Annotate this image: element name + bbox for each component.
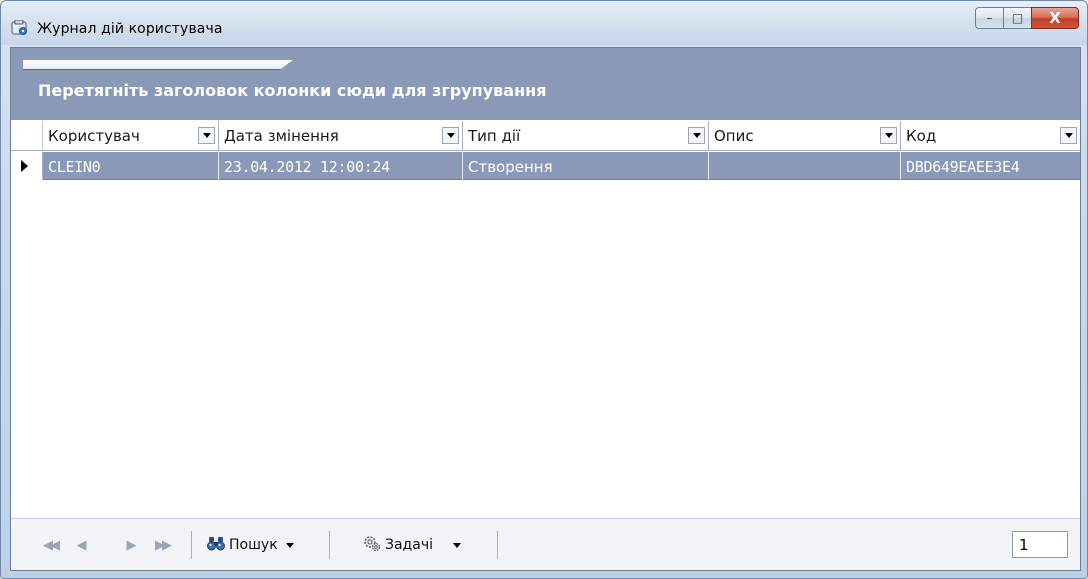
column-filter-dropdown-icon[interactable] [688, 127, 705, 144]
column-filter-dropdown-icon[interactable] [1060, 127, 1077, 144]
column-filter-dropdown-icon[interactable] [198, 127, 215, 144]
column-filter-dropdown-icon[interactable] [880, 127, 897, 144]
tasks-button[interactable]: Задачі [363, 531, 461, 559]
header-indicator-cell [11, 121, 43, 150]
grid-header: Користувач Дата змінення Тип дії Опис Ко… [11, 121, 1080, 151]
toolbar-separator [329, 531, 330, 559]
prev-record-button[interactable]: ◀ [69, 536, 91, 554]
column-header-label: Тип дії [468, 127, 521, 145]
row-indicator-icon [11, 152, 43, 180]
last-record-button[interactable]: ▶▶ [151, 536, 173, 554]
cell-code[interactable]: DBD649EAEE3E4 [901, 152, 1080, 180]
group-by-panel[interactable]: Перетягніть заголовок колонки сюди для з… [11, 48, 1080, 120]
close-icon: X [1049, 9, 1061, 27]
column-header-user[interactable]: Користувач [43, 121, 219, 151]
next-record-icon: ▶ [126, 537, 137, 553]
first-record-button[interactable]: ◀◀ [39, 536, 61, 554]
column-header-date[interactable]: Дата змінення [219, 121, 463, 151]
prev-record-icon: ◀ [76, 537, 87, 553]
journal-window-icon [11, 19, 29, 36]
tasks-button-label: Задачі [385, 537, 433, 553]
group-by-hint: Перетягніть заголовок колонки сюди для з… [38, 81, 547, 100]
column-header-label: Дата змінення [224, 127, 339, 145]
cell-description[interactable] [709, 152, 901, 180]
column-header-label: Код [906, 127, 937, 145]
column-header-action-type[interactable]: Тип дії [463, 121, 709, 151]
last-record-icon: ▶▶ [155, 537, 172, 553]
table-row[interactable]: CLEIN0 23.04.2012 12:00:24 Створення DBD… [11, 152, 1080, 180]
page-number-field[interactable]: 1 [1012, 531, 1068, 558]
app-window: Журнал дій користувача – □ X Перетягніть… [0, 0, 1088, 579]
next-record-button[interactable]: ▶ [119, 536, 141, 554]
binoculars-icon [207, 535, 225, 555]
cell-date[interactable]: 23.04.2012 12:00:24 [219, 152, 463, 180]
column-header-label: Користувач [48, 127, 140, 145]
caption-buttons: – □ X [975, 7, 1079, 29]
window-title: Журнал дій користувача [37, 21, 223, 37]
group-by-tab [23, 60, 293, 70]
minimize-icon: – [986, 11, 993, 25]
chevron-down-icon[interactable] [285, 542, 294, 548]
client-area: Перетягніть заголовок колонки сюди для з… [10, 47, 1081, 571]
navigator-bar: ◀◀ ◀ ▶ ▶▶ Пошук Задачі 1 [11, 518, 1080, 570]
column-filter-dropdown-icon[interactable] [442, 127, 459, 144]
column-header-code[interactable]: Код [901, 121, 1080, 151]
column-header-label: Опис [714, 127, 754, 145]
close-button[interactable]: X [1031, 7, 1079, 29]
column-header-description[interactable]: Опис [709, 121, 901, 151]
maximize-icon: □ [1011, 11, 1024, 25]
cell-action-type[interactable]: Створення [463, 152, 709, 180]
maximize-button[interactable]: □ [1003, 7, 1031, 29]
title-bar[interactable]: Журнал дій користувача – □ X [1, 1, 1087, 45]
cell-user[interactable]: CLEIN0 [43, 152, 219, 180]
chevron-down-icon[interactable] [452, 542, 461, 548]
toolbar-separator [191, 531, 192, 559]
first-record-icon: ◀◀ [43, 537, 60, 553]
gears-icon [363, 534, 381, 556]
search-button[interactable]: Пошук [207, 531, 294, 559]
toolbar-separator [497, 531, 498, 559]
minimize-button[interactable]: – [975, 7, 1003, 29]
search-button-label: Пошук [229, 537, 278, 553]
